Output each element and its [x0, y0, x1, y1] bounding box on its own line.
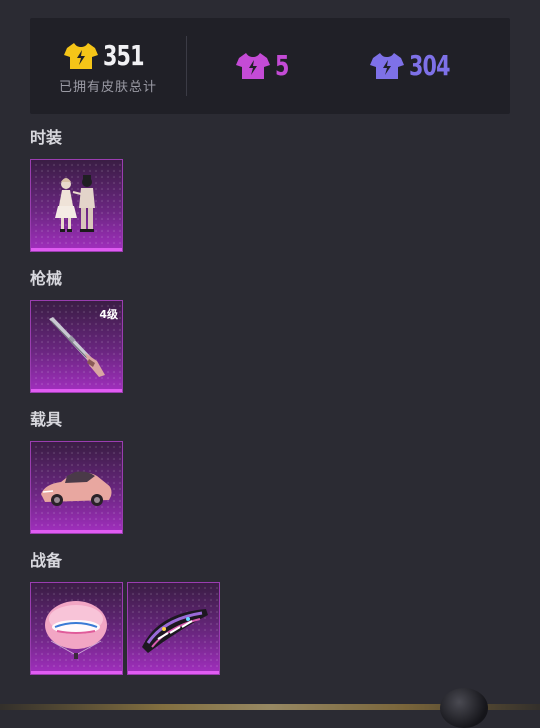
shirt-lightning-icon-blue: [370, 53, 404, 79]
weapon-level-badge: 4级: [99, 308, 118, 321]
section-title-vehicle: 载具: [30, 410, 63, 429]
section-title-gear: 战备: [30, 551, 63, 570]
total-skins-count: 351: [102, 39, 144, 72]
section-gear: 战备: [30, 550, 220, 675]
weapon-card-row: 4级: [30, 300, 123, 393]
parachute-icon: [45, 601, 107, 659]
skin-card-parachute[interactable]: [30, 582, 123, 675]
glider-icon: [142, 609, 208, 653]
skin-card-outfit[interactable]: [30, 159, 123, 252]
fashion-card-row: [30, 159, 123, 252]
skin-card-rifle[interactable]: 4级: [30, 300, 123, 393]
shirt-lightning-icon-gold: [63, 43, 98, 69]
couple-outfit-icon: [55, 175, 95, 232]
section-title-fashion: 时装: [30, 128, 63, 147]
rare-skins-stat: 304: [370, 48, 459, 84]
epic-skins-stat: 5: [236, 48, 292, 84]
section-vehicle: 载具: [30, 409, 123, 534]
stats-divider: [186, 36, 187, 96]
rare-skins-count: 304: [409, 49, 450, 82]
sports-car-icon: [41, 471, 112, 506]
avatar-peek-icon: [440, 688, 488, 728]
skin-stats-panel: 351 已拥有皮肤总计 5 304: [30, 18, 510, 114]
vehicle-card-row: [30, 441, 123, 534]
section-weapon: 枪械 4级: [30, 268, 123, 393]
skin-card-glider[interactable]: [127, 582, 220, 675]
total-skins-stat: 351 已拥有皮肤总计: [52, 38, 164, 96]
gear-card-row: [30, 582, 220, 675]
section-fashion: 时装: [30, 127, 123, 252]
epic-skins-count: 5: [275, 49, 289, 82]
total-skins-label: 已拥有皮肤总计: [58, 80, 157, 95]
section-title-weapon: 枪械: [30, 269, 63, 288]
shirt-lightning-icon-purple: [236, 53, 270, 79]
skin-card-car[interactable]: [30, 441, 123, 534]
